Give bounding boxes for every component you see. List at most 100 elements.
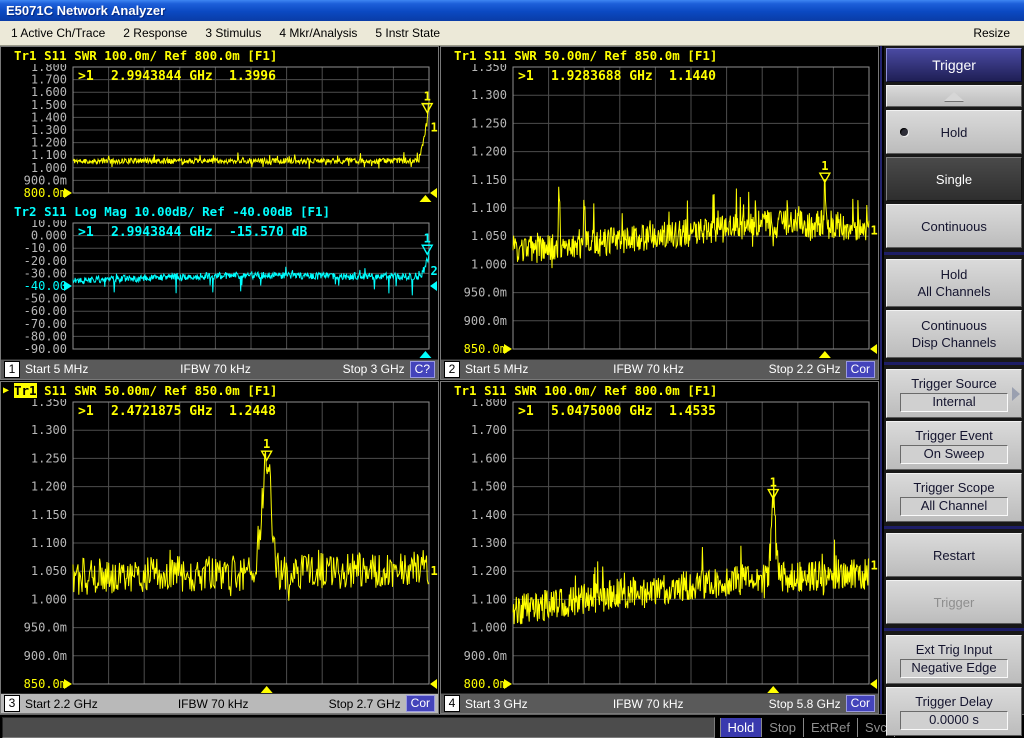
- menu-item-4[interactable]: 4 Mkr/Analysis: [270, 26, 366, 40]
- trace-header[interactable]: ▶ Tr1 S11 SWR 50.00m/ Ref 850.0m [F1]: [1, 382, 438, 399]
- y-axis-label: 1.350: [471, 64, 507, 74]
- ref-level-arrow-left: [64, 281, 72, 291]
- softkey-hold-all-channels[interactable]: HoldAll Channels: [886, 259, 1022, 307]
- softkey-separator: [884, 252, 1024, 255]
- marker-label: 1: [424, 90, 431, 104]
- plot-ch1-tr1: 1.8001.7001.6001.5001.4001.3001.2001.100…: [1, 64, 438, 203]
- marker-value-readout: -15.570 dB: [229, 225, 307, 240]
- trace-header[interactable]: Tr1 S11 SWR 100.0m/ Ref 800.0m [F1]: [1, 47, 438, 64]
- softkey-continuous-disp-channels[interactable]: ContinuousDisp Channels: [886, 310, 1022, 358]
- marker-number-readout: >1: [518, 69, 534, 84]
- y-axis-label: 1.100: [471, 201, 507, 215]
- ifbw-label: IFBW 70 kHz: [180, 362, 251, 376]
- resize-button[interactable]: Resize: [961, 26, 1022, 40]
- softkey-label: Continuous: [921, 219, 987, 234]
- ref-level-arrow-left: [504, 679, 512, 689]
- trace-panel-ch1-tr2: Tr2 S11 Log Mag 10.00dB/ Ref -40.00dB [F…: [1, 203, 438, 359]
- status-indicator-hold: Hold: [720, 718, 762, 737]
- channel-status-bar-2[interactable]: 2Start 5 MHzIFBW 70 kHzStop 2.2 GHzCor: [441, 359, 878, 379]
- softkey-ext-trig-input[interactable]: Ext Trig InputNegative Edge: [886, 635, 1022, 684]
- plot-ch4-tr1: 1.8001.7001.6001.5001.4001.3001.2001.100…: [441, 399, 878, 694]
- marker-value-readout: 1.3996: [229, 69, 276, 84]
- marker-number-readout: >1: [78, 69, 94, 84]
- menu-item-2[interactable]: 2 Response: [114, 26, 196, 40]
- marker-frequency-readout: 2.9943844 GHz: [111, 69, 213, 84]
- trace-measurement: S11 SWR 100.0m/ Ref 800.0m [F1]: [37, 48, 278, 63]
- menu-item-5[interactable]: 5 Instr State: [366, 26, 449, 40]
- softkey-single[interactable]: Single: [886, 157, 1022, 201]
- channel-number: 2: [444, 361, 460, 378]
- correction-badge: Cor: [846, 695, 875, 712]
- channel-status-bar-4[interactable]: 4Start 3 GHzIFBW 70 kHzStop 5.8 GHzCor: [441, 693, 878, 713]
- trace-number-label: 1: [871, 558, 878, 572]
- status-bar: HoldStopExtRefSvc2014-10-05 10:48: [0, 714, 1024, 738]
- trace-header[interactable]: Tr1 S11 SWR 100.0m/ Ref 800.0m [F1]: [441, 382, 878, 399]
- menu-item-3[interactable]: 3 Stimulus: [196, 26, 270, 40]
- y-axis-label: 1.200: [471, 145, 507, 159]
- marker-frequency-readout: 1.9283688 GHz: [551, 69, 653, 84]
- marker-number-readout: >1: [78, 404, 94, 419]
- message-area: [2, 717, 715, 738]
- trace-name: Tr1: [454, 383, 477, 398]
- softkey-trigger-scope[interactable]: Trigger ScopeAll Channel: [886, 473, 1022, 522]
- marker-value-readout: 1.2448: [229, 404, 276, 419]
- trace-name: Tr1: [14, 383, 37, 398]
- radio-selected-icon: [900, 128, 908, 136]
- marker-stimulus-triangle: [819, 351, 831, 358]
- softkey-label: Trigger Scope: [913, 479, 994, 496]
- softkey-trigger-event[interactable]: Trigger EventOn Sweep: [886, 421, 1022, 470]
- correction-badge: Cor: [406, 695, 435, 712]
- y-axis-label: 1.800: [471, 399, 507, 409]
- softkey-trigger-source[interactable]: Trigger SourceInternal: [886, 369, 1022, 418]
- trace-panel-ch3-tr1: ▶Tr1 S11 SWR 50.00m/ Ref 850.0m [F1]1.35…: [1, 382, 438, 694]
- ifbw-label: IFBW 70 kHz: [613, 697, 684, 711]
- softkey-continuous[interactable]: Continuous: [886, 204, 1022, 248]
- ref-level-arrow-right: [870, 344, 877, 354]
- softkey-label: Trigger Event: [915, 427, 993, 444]
- softkey-hold[interactable]: Hold: [886, 110, 1022, 154]
- softkey-label: Ext Trig Input: [916, 641, 993, 658]
- marker-triangle: [820, 173, 830, 182]
- y-axis-label: 1.000: [471, 257, 507, 271]
- y-axis-label: 1.050: [31, 564, 67, 578]
- channel-2: Tr1 S11 SWR 50.00m/ Ref 850.0m [F1]1.350…: [440, 46, 879, 380]
- stop-frequency: Stop 3 GHz: [343, 362, 405, 376]
- y-axis-label: 850.0m: [464, 342, 507, 356]
- y-axis-label: 1.000: [31, 592, 67, 606]
- start-frequency: Start 3 GHz: [465, 697, 528, 711]
- channel-4: Tr1 S11 SWR 100.0m/ Ref 800.0m [F1]1.800…: [440, 381, 879, 715]
- softkey-scroll-up-button[interactable]: [886, 85, 1022, 107]
- y-axis-label: 1.300: [471, 88, 507, 102]
- menu-item-1[interactable]: 1 Active Ch/Trace: [2, 26, 114, 40]
- softkey-label: Trigger Delay: [915, 693, 993, 710]
- channel-status-bar-1[interactable]: 1Start 5 MHzIFBW 70 kHzStop 3 GHzC?: [1, 359, 438, 379]
- y-axis-label: 1.000: [471, 620, 507, 634]
- start-frequency: Start 5 MHz: [25, 362, 88, 376]
- ref-level-arrow-right: [430, 679, 437, 689]
- softkey-label: All Channels: [918, 283, 991, 300]
- marker-triangle: [422, 245, 432, 254]
- active-trace-arrow: ▶: [3, 382, 9, 399]
- softkey-trigger-delay[interactable]: Trigger Delay0.0000 s: [886, 687, 1022, 736]
- trace-name: Tr1: [14, 48, 37, 63]
- ref-level-arrow-right: [430, 281, 437, 291]
- ref-level-arrow-left: [504, 344, 512, 354]
- marker-label: 1: [770, 475, 777, 489]
- channel-number: 3: [4, 695, 20, 712]
- trace-panel-ch4-tr1: Tr1 S11 SWR 100.0m/ Ref 800.0m [F1]1.800…: [441, 382, 878, 694]
- trace-header[interactable]: Tr1 S11 SWR 50.00m/ Ref 850.0m [F1]: [441, 47, 878, 64]
- marker-frequency-readout: 2.4721875 GHz: [111, 404, 213, 419]
- trace-header[interactable]: Tr2 S11 Log Mag 10.00dB/ Ref -40.00dB [F…: [1, 203, 438, 220]
- trace-measurement: S11 Log Mag 10.00dB/ Ref -40.00dB [F1]: [37, 204, 331, 219]
- trace-panel-ch2-tr1: Tr1 S11 SWR 50.00m/ Ref 850.0m [F1]1.350…: [441, 47, 878, 359]
- trace-measurement: S11 SWR 50.00m/ Ref 850.0m [F1]: [37, 383, 278, 398]
- scroll-up-icon: [944, 92, 964, 101]
- plot-ch2-tr1: 1.3501.3001.2501.2001.1501.1001.0501.000…: [441, 64, 878, 359]
- ifbw-label: IFBW 70 kHz: [178, 697, 249, 711]
- plot-svg-tr1: 1.3501.3001.2501.2001.1501.1001.0501.000…: [441, 64, 878, 359]
- plot-svg-tr1: 1.3501.3001.2501.2001.1501.1001.0501.000…: [1, 399, 438, 694]
- softkey-label: Trigger: [934, 595, 975, 610]
- y-axis-label: 1.250: [471, 116, 507, 130]
- softkey-restart[interactable]: Restart: [886, 533, 1022, 577]
- channel-status-bar-3[interactable]: 3Start 2.2 GHzIFBW 70 kHzStop 2.7 GHzCor: [1, 693, 438, 713]
